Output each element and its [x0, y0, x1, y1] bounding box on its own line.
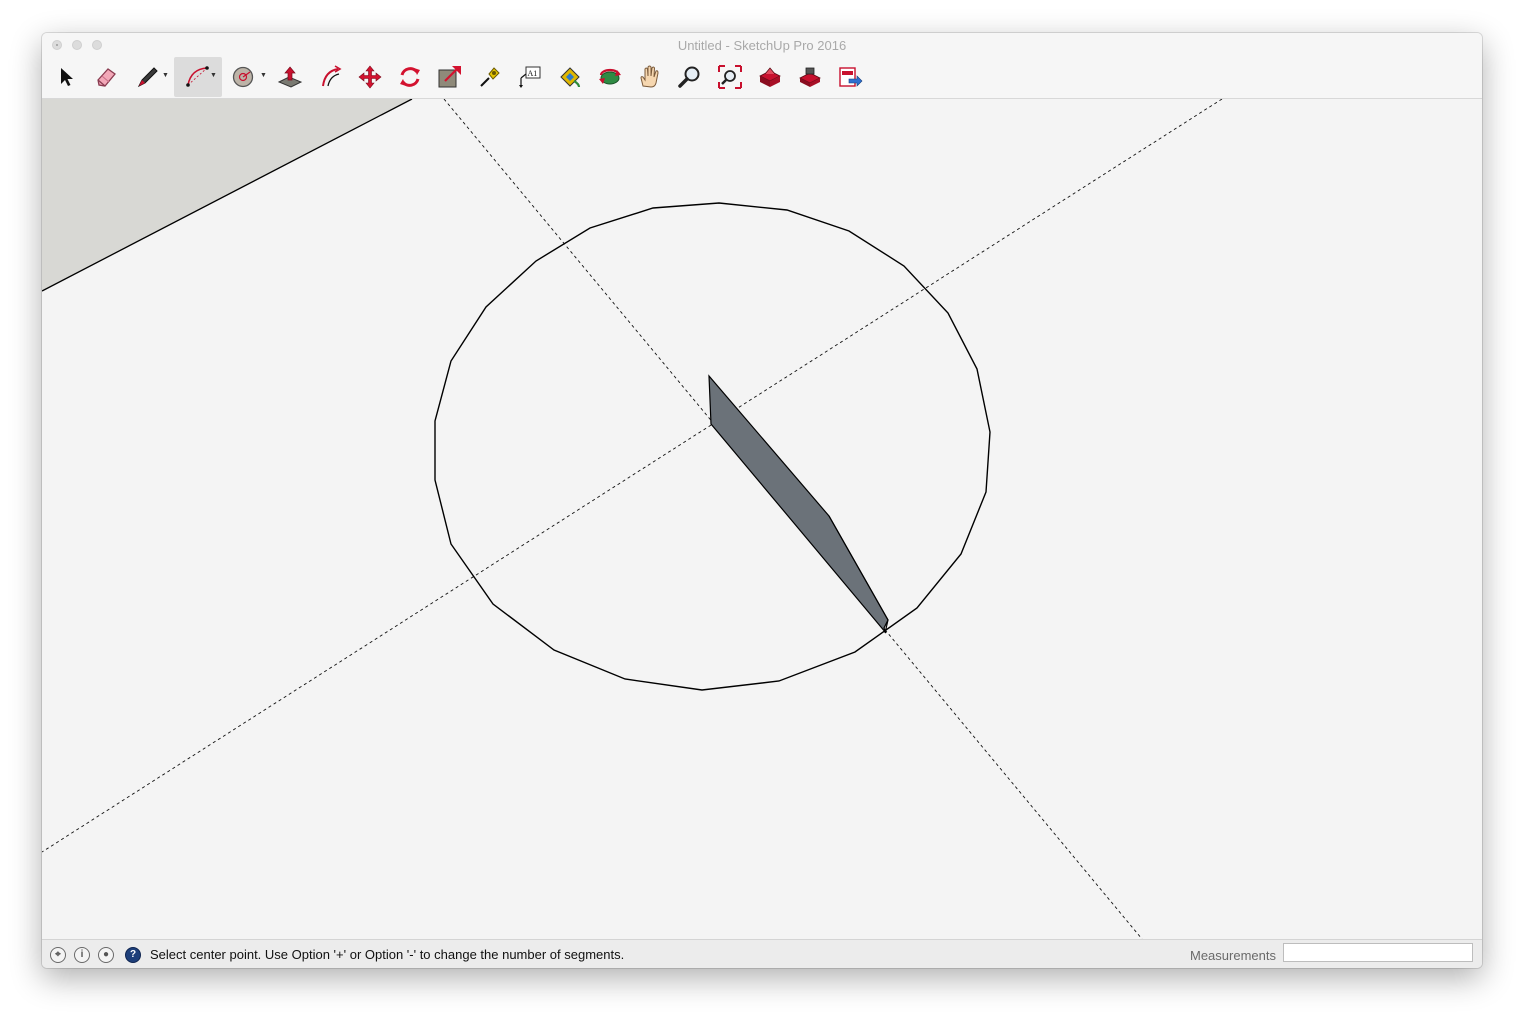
pan-hand-icon	[640, 65, 659, 88]
sketchup-window: Untitled - SketchUp Pro 2016 ▼ ▼ ▼ A1 ⌖ …	[42, 33, 1482, 968]
zoom-magnifier-icon	[678, 66, 700, 88]
scale-icon	[438, 66, 461, 88]
tool-paint-bucket[interactable]	[550, 57, 590, 97]
pencil-line-icon	[137, 67, 158, 88]
tool-scale[interactable]	[430, 57, 470, 97]
tool-arc[interactable]: ▼	[174, 57, 222, 97]
tool-shapes[interactable]: ▼	[224, 57, 267, 97]
chevron-down-icon: ▼	[260, 72, 267, 79]
orbit-icon	[599, 68, 621, 85]
arc-icon	[186, 66, 209, 87]
measurements-label: Measurements	[1190, 948, 1276, 963]
push-pull-icon	[277, 66, 303, 88]
tool-push-pull[interactable]	[270, 57, 310, 97]
tape-measure-icon	[480, 67, 500, 87]
title-bar: Untitled - SketchUp Pro 2016 ▼ ▼ ▼ A1	[42, 33, 1482, 99]
window-title: Untitled - SketchUp Pro 2016	[677, 38, 847, 53]
status-bar: ⌖ i ● ? Select center point. Use Option …	[42, 939, 1482, 968]
tool-text[interactable]: A1	[510, 57, 550, 97]
tool-tape-measure[interactable]	[470, 57, 510, 97]
tool-orbit[interactable]	[590, 57, 630, 97]
guide-line-green-axis	[42, 99, 1223, 853]
status-message: Select center point. Use Option '+' or O…	[150, 947, 625, 962]
tool-select[interactable]	[46, 57, 86, 97]
tool-eraser[interactable]	[86, 57, 126, 97]
tool-offset[interactable]	[310, 57, 350, 97]
tool-3d-warehouse[interactable]	[750, 57, 790, 97]
send-to-layout-icon	[839, 67, 863, 87]
help-icon[interactable]: ?	[125, 947, 141, 963]
vertical-face	[708, 374, 889, 634]
geo-location-icon[interactable]: ⌖	[50, 947, 66, 963]
text-label-icon: A1	[519, 66, 541, 88]
modeling-viewport[interactable]	[42, 99, 1482, 939]
extension-warehouse-icon	[799, 67, 821, 87]
tool-line[interactable]: ▼	[128, 57, 169, 97]
credits-info-icon[interactable]: i	[74, 947, 90, 963]
tool-pan[interactable]	[630, 57, 670, 97]
chevron-down-icon: ▼	[162, 72, 169, 79]
rotate-icon	[400, 67, 420, 87]
eraser-icon	[97, 68, 116, 87]
circle-edge	[434, 202, 991, 691]
zoom-extents-icon	[718, 65, 742, 89]
measurements-input[interactable]	[1283, 943, 1473, 962]
user-account-icon[interactable]: ●	[98, 947, 114, 963]
move-icon	[358, 65, 382, 89]
tool-move[interactable]	[350, 57, 390, 97]
tool-extension-warehouse[interactable]	[790, 57, 830, 97]
tool-zoom[interactable]	[670, 57, 710, 97]
paint-bucket-icon	[560, 67, 581, 88]
tool-zoom-extents[interactable]	[710, 57, 750, 97]
offset-icon	[322, 65, 342, 87]
tool-send-to-layout[interactable]	[830, 57, 870, 97]
3d-warehouse-icon	[759, 67, 781, 87]
circle-shape-icon	[232, 66, 254, 88]
tool-rotate[interactable]	[390, 57, 430, 97]
select-arrow-icon	[61, 68, 73, 86]
text-tool-label: A1	[528, 69, 538, 78]
chevron-down-icon: ▼	[210, 72, 217, 79]
